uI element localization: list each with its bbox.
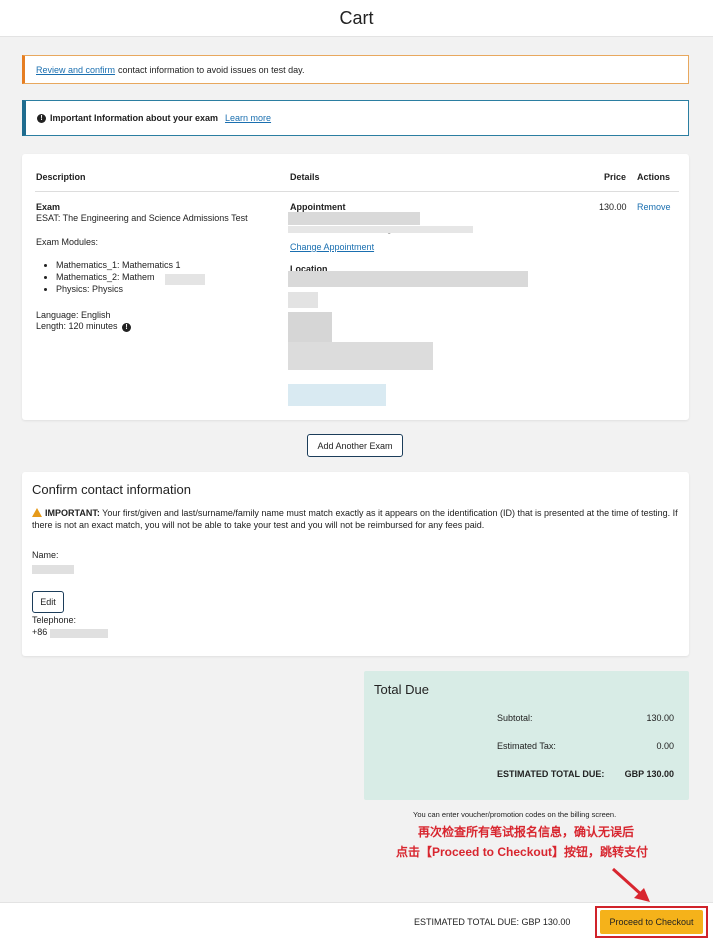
page-title: Cart	[339, 7, 374, 28]
list-item: Mathematics_1: Mathematics 1	[56, 259, 181, 271]
edit-button[interactable]: Edit	[32, 591, 64, 613]
redacted-block	[288, 342, 433, 370]
exam-language: Language: English	[36, 310, 111, 320]
list-item: Mathematics_2: Mathem	[56, 271, 181, 283]
redacted-block	[50, 629, 108, 638]
review-confirm-link[interactable]: Review and confirm	[36, 65, 115, 75]
redacted-block	[288, 292, 318, 308]
annotation-arrow-icon	[611, 867, 650, 902]
redacted-block	[288, 226, 473, 233]
footer-estimated-total: ESTIMATED TOTAL DUE: GBP 130.00	[414, 917, 571, 927]
redacted-block	[165, 274, 205, 285]
tax-value: 0.00	[656, 741, 674, 751]
exam-price: 130.00	[599, 202, 627, 212]
proceed-to-checkout-button[interactable]: Proceed to Checkout	[600, 910, 703, 934]
exam-modules-label: Exam Modules:	[36, 237, 99, 247]
info-icon[interactable]: !	[122, 323, 132, 332]
col-details: Details	[290, 172, 320, 182]
change-appointment-link[interactable]: Change Appointment	[290, 242, 374, 253]
list-item: Physics: Physics	[56, 283, 181, 295]
important-info-title: Important Information about your exam	[50, 113, 219, 123]
col-price: Price	[604, 172, 627, 182]
redacted-block	[32, 565, 74, 574]
top-bar: Cart	[0, 0, 713, 37]
voucher-note: You can enter voucher/promotion codes on…	[413, 810, 617, 819]
redacted-block	[288, 271, 528, 287]
tax-label: Estimated Tax:	[497, 741, 556, 751]
col-description: Description	[36, 172, 86, 182]
exam-type: Exam	[36, 202, 61, 212]
contact-warning: IMPORTANT: Your first/given and last/sur…	[32, 508, 678, 530]
estimated-total-value: GBP 130.00	[624, 769, 674, 779]
exam-modules-list: Mathematics_1: Mathematics 1 Mathematics…	[46, 259, 181, 295]
add-another-exam-button[interactable]: Add Another Exam	[307, 434, 403, 457]
contact-info-card: Confirm contact information IMPORTANT: Y…	[22, 472, 689, 656]
total-due-panel: Total Due Subtotal: 130.00 Estimated Tax…	[364, 671, 689, 800]
redacted-block	[288, 312, 332, 342]
exam-length: Length: 120 minutes !	[36, 321, 135, 332]
subtotal-label: Subtotal:	[497, 713, 533, 723]
review-alert-text: contact information to avoid issues on t…	[118, 64, 305, 75]
warning-icon	[32, 508, 42, 517]
remove-link[interactable]: Remove	[637, 202, 671, 213]
info-icon: !	[37, 113, 46, 123]
table-divider	[35, 191, 679, 192]
review-alert: Review and confirm contact information t…	[22, 55, 689, 84]
estimated-total-label: ESTIMATED TOTAL DUE:	[497, 769, 605, 779]
col-actions: Actions	[637, 172, 671, 182]
name-label: Name:	[32, 550, 59, 560]
annotation-line-1: 再次检查所有笔试报名信息，确认无误后	[418, 825, 635, 839]
important-info-alert: ! Important Information about your exam …	[22, 100, 689, 136]
exam-name: ESAT: The Engineering and Science Admiss…	[36, 213, 248, 223]
contact-title: Confirm contact information	[32, 482, 191, 497]
learn-more-link[interactable]: Learn more	[225, 113, 271, 123]
subtotal-value: 130.00	[646, 713, 674, 723]
telephone-label: Telephone:	[32, 615, 77, 625]
telephone-prefix: +86	[32, 627, 48, 637]
exam-table-card: Description Details Price Actions Exam E…	[22, 154, 689, 420]
total-due-title: Total Due	[374, 682, 429, 697]
annotation-line-2: 点击【Proceed to Checkout】按钮，跳转支付	[396, 845, 649, 859]
redacted-block	[288, 384, 386, 406]
redacted-block	[288, 212, 420, 225]
